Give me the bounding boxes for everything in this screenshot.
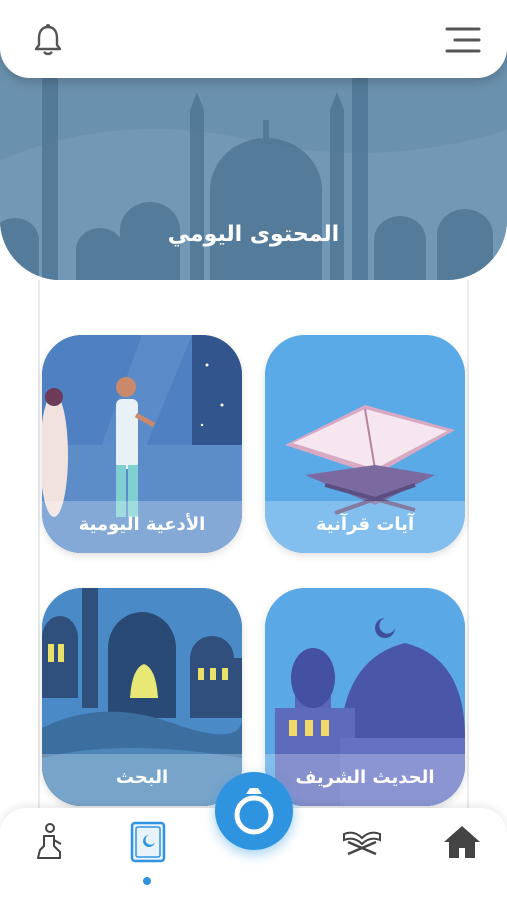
- card-daily-prayers[interactable]: الأدعية اليومية: [42, 335, 242, 553]
- active-indicator: [143, 877, 151, 885]
- home-icon[interactable]: [440, 820, 484, 864]
- card-search[interactable]: البحث: [42, 588, 242, 806]
- card-hadith[interactable]: الحديث الشريف: [265, 588, 465, 806]
- menu-icon[interactable]: [443, 24, 483, 56]
- card-label: الأدعية اليومية: [42, 501, 242, 553]
- ring-button[interactable]: [215, 772, 293, 850]
- hero-title: المحتوى اليومي: [167, 222, 340, 247]
- divider-right: [467, 280, 469, 820]
- praying-person-icon[interactable]: [28, 820, 72, 864]
- quran-stand-icon[interactable]: [340, 820, 384, 864]
- card-label: الحديث الشريف: [265, 754, 465, 806]
- card-quran-verses[interactable]: آيات قرآنية: [265, 335, 465, 553]
- quran-book-icon[interactable]: [126, 820, 170, 864]
- top-bar: [0, 0, 507, 78]
- bell-icon[interactable]: [30, 22, 66, 58]
- divider-left: [38, 280, 40, 820]
- card-label: آيات قرآنية: [265, 501, 465, 553]
- card-label: البحث: [42, 754, 242, 806]
- ring-icon: [234, 788, 274, 835]
